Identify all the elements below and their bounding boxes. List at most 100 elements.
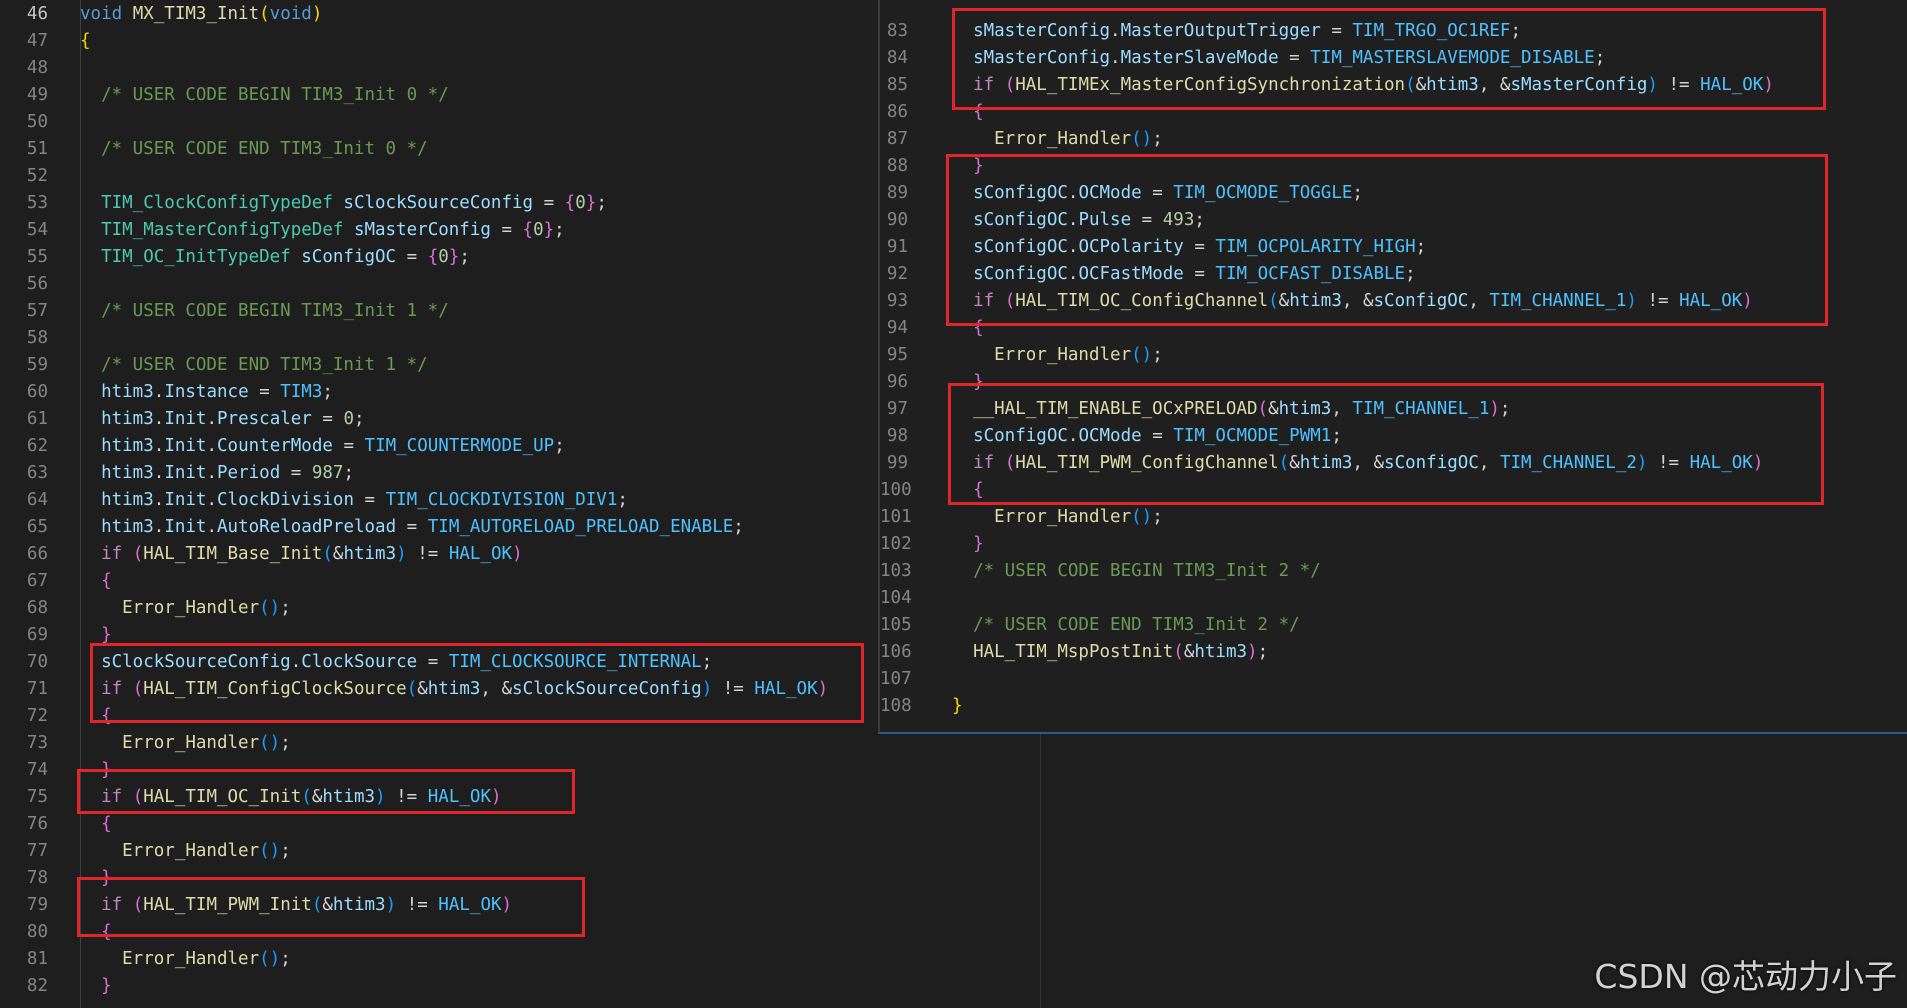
code-line[interactable]: 92 sConfigOC.OCFastMode = TIM_OCFAST_DIS… <box>880 261 1416 288</box>
code-token: { <box>952 480 984 500</box>
line-code: /* USER CODE BEGIN TIM3_Init 0 */ <box>80 82 449 109</box>
code-line[interactable]: 89 sConfigOC.OCMode = TIM_OCMODE_TOGGLE; <box>880 180 1363 207</box>
code-token: = <box>533 193 565 213</box>
code-token: () <box>259 598 281 618</box>
code-line[interactable]: 104 <box>880 585 952 612</box>
code-token: sConfigOC <box>301 247 397 267</box>
code-line[interactable]: 60 htim3.Instance = TIM3; <box>0 379 333 406</box>
line-code: { <box>80 703 112 730</box>
line-code: Error_Handler(); <box>952 342 1163 369</box>
code-line[interactable]: 78 } <box>0 865 112 892</box>
code-line[interactable]: 101 Error_Handler(); <box>880 504 1163 531</box>
code-token: MasterSlaveMode <box>1120 48 1279 68</box>
code-line[interactable]: 50 <box>0 109 80 136</box>
code-line[interactable]: 96 } <box>880 369 984 396</box>
code-line[interactable]: 84 sMasterConfig.MasterSlaveMode = TIM_M… <box>880 45 1605 72</box>
code-line[interactable]: 68 Error_Handler(); <box>0 595 291 622</box>
code-line[interactable]: 95 Error_Handler(); <box>880 342 1163 369</box>
code-line[interactable]: 54 TIM_MasterConfigTypeDef sMasterConfig… <box>0 217 565 244</box>
line-number: 79 <box>26 895 48 915</box>
code-line[interactable]: 59 /* USER CODE END TIM3_Init 1 */ <box>0 352 428 379</box>
code-token: } <box>448 247 460 267</box>
code-line[interactable]: 58 <box>0 325 80 352</box>
code-token: HAL_TIM_ConfigClockSource <box>143 679 407 699</box>
code-line[interactable]: 48 <box>0 55 80 82</box>
code-line[interactable]: 88 } <box>880 153 984 180</box>
code-token: sConfigOC <box>952 264 1068 284</box>
code-line[interactable]: 57 /* USER CODE BEGIN TIM3_Init 1 */ <box>0 298 449 325</box>
code-line[interactable]: 66 if (HAL_TIM_Base_Init(&htim3) != HAL_… <box>0 541 523 568</box>
code-token: ) <box>385 895 397 915</box>
code-line[interactable]: 72 { <box>0 703 112 730</box>
code-token: , & <box>1478 75 1511 95</box>
code-line[interactable]: 105 /* USER CODE END TIM3_Init 2 */ <box>880 612 1300 639</box>
code-token: Error_Handler <box>80 598 260 618</box>
code-line[interactable]: 107 <box>880 666 952 693</box>
code-line[interactable]: 61 htim3.Init.Prescaler = 0; <box>0 406 365 433</box>
code-line[interactable]: 87 Error_Handler(); <box>880 126 1163 153</box>
code-line[interactable]: 81 Error_Handler(); <box>0 946 291 973</box>
code-line[interactable]: 83 sMasterConfig.MasterOutputTrigger = T… <box>880 18 1521 45</box>
line-code: /* USER CODE END TIM3_Init 0 */ <box>80 136 428 163</box>
code-token: ; <box>596 193 607 213</box>
code-line[interactable]: 52 <box>0 163 80 190</box>
code-line[interactable]: 73 Error_Handler(); <box>0 730 291 757</box>
code-line[interactable]: 79 if (HAL_TIM_PWM_Init(&htim3) != HAL_O… <box>0 892 512 919</box>
code-line[interactable]: 98 sConfigOC.OCMode = TIM_OCMODE_PWM1; <box>880 423 1342 450</box>
code-line[interactable]: 93 if (HAL_TIM_OC_ConfigChannel(&htim3, … <box>880 288 1753 315</box>
code-line[interactable]: 90 sConfigOC.Pulse = 493; <box>880 207 1205 234</box>
code-line[interactable]: 51 /* USER CODE END TIM3_Init 0 */ <box>0 136 428 163</box>
code-line[interactable]: 80 { <box>0 919 112 946</box>
code-token: } <box>80 976 112 996</box>
code-token: ) <box>817 679 829 699</box>
code-token: htim3 <box>80 382 154 402</box>
code-line[interactable]: 65 htim3.Init.AutoReloadPreload = TIM_AU… <box>0 514 744 541</box>
line-number: 64 <box>26 490 48 510</box>
line-code: { <box>80 811 112 838</box>
code-line[interactable]: 77 Error_Handler(); <box>0 838 291 865</box>
code-line[interactable]: 64 htim3.Init.ClockDivision = TIM_CLOCKD… <box>0 487 628 514</box>
code-line[interactable]: 69 } <box>0 622 112 649</box>
code-token: if <box>80 895 133 915</box>
line-code: Error_Handler(); <box>80 946 291 973</box>
line-number: 49 <box>26 85 48 105</box>
code-line[interactable]: 56 <box>0 271 80 298</box>
code-token: Init <box>164 517 207 537</box>
code-line[interactable]: 102 } <box>880 531 984 558</box>
code-line[interactable]: 97 __HAL_TIM_ENABLE_OCxPRELOAD(&htim3, T… <box>880 396 1511 423</box>
code-token: htim3 <box>80 436 154 456</box>
code-token: htim3 <box>80 517 154 537</box>
code-line[interactable]: 49 /* USER CODE BEGIN TIM3_Init 0 */ <box>0 82 449 109</box>
code-line[interactable]: 94 { <box>880 315 984 342</box>
code-token: ( <box>259 4 270 24</box>
code-line[interactable]: 46 void MX_TIM3_Init(void) <box>0 1 322 28</box>
code-line[interactable]: 85 if (HAL_TIMEx_MasterConfigSynchroniza… <box>880 72 1774 99</box>
code-line[interactable]: 108} <box>880 693 963 720</box>
code-line[interactable]: 75 if (HAL_TIM_OC_Init(&htim3) != HAL_OK… <box>0 784 502 811</box>
code-line[interactable]: 82 } <box>0 973 112 1000</box>
code-token: = <box>1141 183 1174 203</box>
code-line[interactable]: 74 } <box>0 757 112 784</box>
right-code-editor[interactable]: 83 sMasterConfig.MasterOutputTrigger = T… <box>878 0 1907 734</box>
code-line[interactable]: 86 { <box>880 99 984 126</box>
code-line[interactable]: 71 if (HAL_TIM_ConfigClockSource(&htim3,… <box>0 676 828 703</box>
code-token: = <box>1183 237 1216 257</box>
code-line[interactable]: 70 sClockSourceConfig.ClockSource = TIM_… <box>0 649 712 676</box>
line-number: 55 <box>26 247 48 267</box>
code-line[interactable]: 99 if (HAL_TIM_PWM_ConfigChannel(&htim3,… <box>880 450 1763 477</box>
code-token: CounterMode <box>217 436 333 456</box>
code-line[interactable]: 103 /* USER CODE BEGIN TIM3_Init 2 */ <box>880 558 1321 585</box>
code-line[interactable]: 76 { <box>0 811 112 838</box>
code-line[interactable]: 55 TIM_OC_InitTypeDef sConfigOC = {0}; <box>0 244 470 271</box>
code-line[interactable]: 62 htim3.Init.CounterMode = TIM_COUNTERM… <box>0 433 565 460</box>
line-code: TIM_OC_InitTypeDef sConfigOC = {0}; <box>80 244 470 271</box>
code-token: 987 <box>311 463 344 483</box>
code-line[interactable]: 47 { <box>0 28 91 55</box>
code-line[interactable]: 100 { <box>880 477 984 504</box>
code-line[interactable]: 67 { <box>0 568 112 595</box>
code-line[interactable]: 91 sConfigOC.OCPolarity = TIM_OCPOLARITY… <box>880 234 1426 261</box>
code-line[interactable]: 63 htim3.Init.Period = 987; <box>0 460 354 487</box>
code-line[interactable]: 53 TIM_ClockConfigTypeDef sClockSourceCo… <box>0 190 607 217</box>
code-line[interactable]: 106 HAL_TIM_MspPostInit(&htim3); <box>880 639 1268 666</box>
line-number: 50 <box>26 112 48 132</box>
